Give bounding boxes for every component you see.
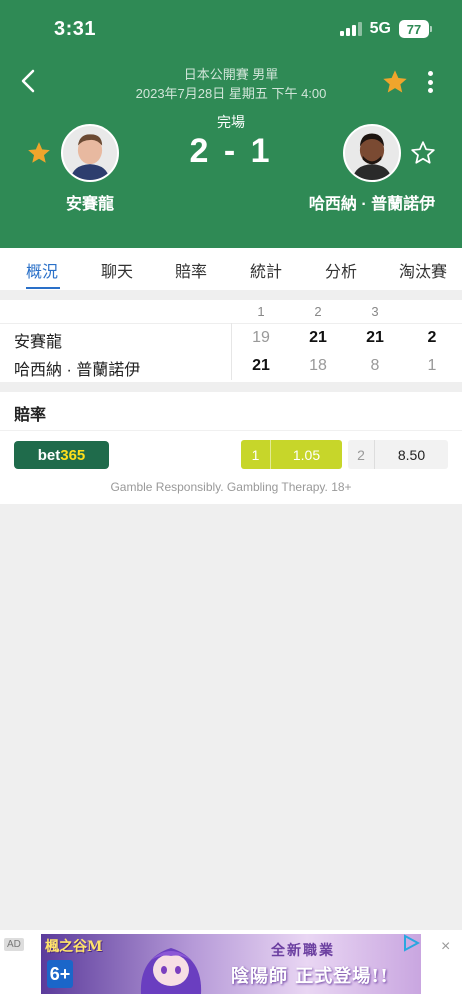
away-player-name[interactable]: 哈西納 · 普蘭諾伊 bbox=[302, 190, 442, 214]
set-header: 2 bbox=[314, 304, 322, 319]
gamble-responsibly-note[interactable]: Gamble Responsibly. Gambling Therapy. 18… bbox=[0, 480, 462, 494]
player-photo-icon bbox=[345, 126, 399, 180]
tab-overview[interactable]: 概況 bbox=[26, 258, 58, 282]
set-score-table: 1 2 3 安賽龍 19 21 21 2 哈西納 · 普蘭諾伊 21 18 8 … bbox=[0, 300, 462, 382]
network-label: 5G bbox=[369, 20, 391, 37]
set-score: 19 bbox=[252, 329, 270, 346]
tab-knockout[interactable]: 淘汰賽 bbox=[399, 258, 447, 282]
ad-game-title: 楓之谷M bbox=[45, 939, 103, 955]
odds-away-label: 2 bbox=[357, 447, 365, 463]
home-row-name: 安賽龍 bbox=[14, 334, 63, 351]
set-score: 18 bbox=[309, 357, 327, 374]
more-options-button[interactable] bbox=[420, 68, 440, 96]
status-time: 3:31 bbox=[54, 18, 97, 40]
away-player-avatar[interactable] bbox=[343, 124, 401, 182]
home-player-name[interactable]: 安賽龍 bbox=[40, 190, 140, 214]
away-sets-won: 1 bbox=[427, 357, 437, 374]
set-score: 21 bbox=[366, 329, 384, 346]
ad-banner[interactable]: 楓之谷M 6+ 全新職業 陰陽師 正式登場!! bbox=[41, 934, 421, 994]
set-score: 21 bbox=[309, 329, 327, 346]
set-header: 1 bbox=[257, 304, 265, 319]
tab-analysis[interactable]: 分析 bbox=[325, 258, 357, 282]
home-player-avatar[interactable] bbox=[61, 124, 119, 182]
active-tab-indicator bbox=[26, 287, 60, 289]
match-header: 3:31 5G 77 日本公開賽 男單 2023年7月28日 星期五 下午 4:… bbox=[0, 0, 462, 248]
home-favorite-star-icon[interactable] bbox=[26, 140, 52, 166]
player-photo-icon bbox=[63, 126, 117, 180]
ad-line2: 陰陽師 正式登場!! bbox=[231, 966, 390, 987]
home-sets-won: 2 bbox=[427, 329, 437, 346]
signal-icon bbox=[339, 22, 362, 36]
odds-title: 賠率 bbox=[14, 407, 47, 424]
set-score: 21 bbox=[252, 357, 270, 374]
star-icon[interactable] bbox=[381, 68, 409, 96]
ad-bar: AD 楓之谷M 6+ 全新職業 陰陽師 正式登場!! × bbox=[0, 930, 462, 1000]
ad-close-icon[interactable]: × bbox=[441, 938, 450, 956]
away-row-name: 哈西納 · 普蘭諾伊 bbox=[14, 362, 141, 379]
odds-away-button[interactable]: 2 8.50 bbox=[348, 440, 448, 469]
ad-character-image bbox=[140, 948, 202, 994]
odds-home-label: 1 bbox=[251, 447, 260, 463]
ad-choices-icon[interactable] bbox=[402, 934, 420, 952]
odds-section: 賠率 bet 365 1 1.05 2 8.50 Gamble Responsib… bbox=[0, 392, 462, 504]
tab-bar: 概況 聊天 賠率 統計 分析 淘汰賽 bbox=[0, 248, 462, 290]
away-favorite-star-icon[interactable] bbox=[410, 140, 436, 166]
ad-tag: AD bbox=[4, 938, 24, 951]
set-header: 3 bbox=[371, 304, 379, 319]
set-score: 8 bbox=[370, 357, 380, 374]
battery-icon: 77 bbox=[399, 20, 432, 38]
bet365-logo[interactable]: bet 365 bbox=[14, 441, 109, 469]
odds-away-value: 8.50 bbox=[397, 447, 426, 463]
ad-age-rating: 6+ bbox=[47, 960, 73, 988]
status-indicators: 5G 77 bbox=[339, 20, 432, 38]
tab-chat[interactable]: 聊天 bbox=[101, 258, 133, 282]
battery-level: 77 bbox=[399, 20, 429, 38]
tab-stats[interactable]: 統計 bbox=[250, 258, 282, 282]
match-status: 完場 bbox=[217, 114, 245, 130]
odds-home-button[interactable]: 1 1.05 bbox=[241, 440, 342, 469]
tab-odds[interactable]: 賠率 bbox=[175, 258, 207, 282]
odds-home-value: 1.05 bbox=[292, 447, 321, 463]
ad-line1: 全新職業 bbox=[271, 943, 335, 959]
